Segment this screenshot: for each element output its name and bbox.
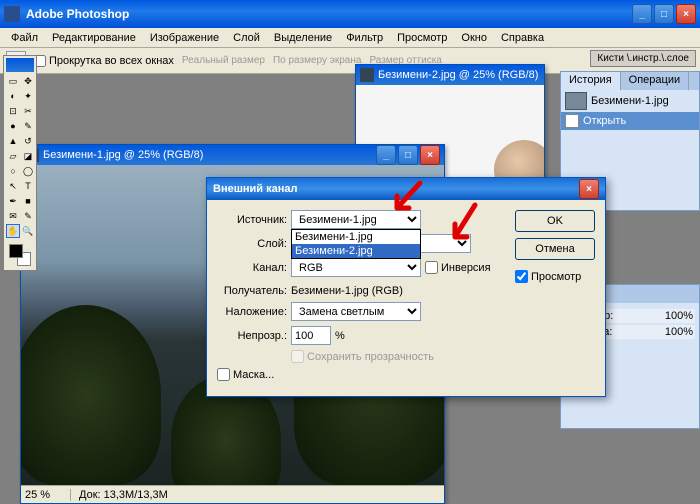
opacity-label: Непрозр.: — [217, 330, 287, 342]
blend-select[interactable]: Замена светлым — [291, 302, 421, 321]
menu-help[interactable]: Справка — [494, 30, 551, 46]
zoom-tool-icon[interactable]: 🔍 — [21, 224, 35, 238]
source-dropdown-list: Безимени-1.jpg Безимени-2.jpg — [291, 229, 421, 259]
doc1-minimize[interactable]: _ — [376, 145, 396, 165]
pen-tool-icon[interactable]: ✒ — [6, 194, 20, 208]
menu-file[interactable]: Файл — [4, 30, 45, 46]
foreground-color[interactable] — [9, 244, 23, 258]
source-option-0[interactable]: Безимени-1.jpg — [292, 230, 420, 244]
mask-checkbox[interactable] — [217, 368, 230, 381]
preserve-check: Сохранить прозрачность — [291, 350, 434, 363]
preserve-checkbox — [291, 350, 304, 363]
window-controls: _ □ × — [632, 4, 696, 24]
doc1-title: Безимени-1.jpg @ 25% (RGB/8) — [43, 149, 376, 161]
open-step-icon — [565, 114, 579, 128]
ok-button[interactable]: OK — [515, 210, 595, 232]
hand-tool-icon[interactable]: ✋ — [6, 224, 20, 238]
doc1-maximize[interactable]: □ — [398, 145, 418, 165]
app-icon — [4, 6, 20, 22]
preview-checkbox[interactable] — [515, 270, 528, 283]
scroll-all-check[interactable]: Прокрутка во всех окнах — [34, 55, 174, 67]
marquee-tool-icon[interactable]: ▭ — [6, 74, 20, 88]
app-titlebar: Adobe Photoshop _ □ × — [0, 0, 700, 28]
minimize-button[interactable]: _ — [632, 4, 652, 24]
mask-check[interactable]: Маска... — [217, 368, 274, 381]
menu-view[interactable]: Просмотр — [390, 30, 454, 46]
eraser-tool-icon[interactable]: ▱ — [6, 149, 20, 163]
doc1-titlebar[interactable]: Безимени-1.jpg @ 25% (RGB/8) _ □ × — [21, 145, 444, 165]
snapshot-thumb-icon — [565, 92, 587, 110]
layer-label: Слой: — [217, 238, 287, 250]
notes-tool-icon[interactable]: ✉ — [6, 209, 20, 223]
tab-history[interactable]: История — [561, 72, 621, 90]
brush-tool-icon[interactable]: ✎ — [21, 119, 35, 133]
preview-check[interactable]: Просмотр — [515, 270, 595, 283]
toolbox: ▭ ✥ ◐ ✦ ⊡ ✂ ● ✎ ▲ ↺ ▱ ◪ ○ ◯ ↖ T ✒ ■ ✉ ✎ … — [3, 55, 37, 271]
history-step-open[interactable]: Открыть — [561, 112, 699, 130]
wand-tool-icon[interactable]: ✦ — [21, 89, 35, 103]
menu-image[interactable]: Изображение — [143, 30, 226, 46]
source-label: Источник: — [217, 214, 287, 226]
path-tool-icon[interactable]: ↖ — [6, 179, 20, 193]
shape-tool-icon[interactable]: ■ — [21, 194, 35, 208]
opacity-unit: % — [335, 330, 345, 342]
blend-label: Наложение: — [217, 306, 287, 318]
channel-label: Канал: — [217, 262, 287, 274]
doc2-title: Безимени-2.jpg @ 25% (RGB/8) — [378, 69, 540, 81]
color-swatches[interactable] — [6, 242, 34, 268]
close-button[interactable]: × — [676, 4, 696, 24]
target-label: Получатель: — [217, 285, 287, 297]
history-snapshot[interactable]: Безимени-1.jpg — [561, 90, 699, 112]
opt-fit[interactable]: По размеру экрана — [273, 55, 361, 66]
doc-info: Док: 13,3M/13,3M — [71, 489, 176, 501]
doc1-statusbar: 25 % Док: 13,3M/13,3M — [21, 485, 444, 503]
source-select[interactable]: Безимени-1.jpg — [291, 210, 421, 229]
blur-tool-icon[interactable]: ○ — [6, 164, 20, 178]
cancel-button[interactable]: Отмена — [515, 238, 595, 260]
menu-window[interactable]: Окно — [454, 30, 494, 46]
lasso-tool-icon[interactable]: ◐ — [6, 89, 20, 103]
tab-actions[interactable]: Операции — [621, 72, 689, 90]
target-value: Безимени-1.jpg (RGB) — [291, 285, 403, 297]
history-brush-icon[interactable]: ↺ — [21, 134, 35, 148]
maximize-button[interactable]: □ — [654, 4, 674, 24]
doc-icon — [360, 68, 374, 82]
menu-filter[interactable]: Фильтр — [339, 30, 390, 46]
opacity-input[interactable] — [291, 326, 331, 345]
apply-image-dialog: Внешний канал × Источник: Безимени-1.jpg… — [206, 177, 606, 397]
doc2-titlebar[interactable]: Безимени-2.jpg @ 25% (RGB/8) — [356, 65, 544, 85]
eyedropper-tool-icon[interactable]: ✎ — [21, 209, 35, 223]
dodge-tool-icon[interactable]: ◯ — [21, 164, 35, 178]
zoom-field[interactable]: 25 % — [21, 489, 71, 501]
toolbox-titlebar[interactable] — [6, 58, 34, 72]
gradient-tool-icon[interactable]: ◪ — [21, 149, 35, 163]
workspace: Безимени-2.jpg @ 25% (RGB/8) Безимени-1.… — [0, 74, 700, 504]
dialog-title: Внешний канал — [213, 183, 579, 195]
channel-select[interactable]: RGB — [291, 258, 421, 277]
source-option-1[interactable]: Безимени-2.jpg — [292, 244, 420, 258]
invert-checkbox[interactable] — [425, 261, 438, 274]
menu-edit[interactable]: Редактирование — [45, 30, 143, 46]
menu-bar: Файл Редактирование Изображение Слой Выд… — [0, 28, 700, 48]
slice-tool-icon[interactable]: ✂ — [21, 104, 35, 118]
heal-tool-icon[interactable]: ● — [6, 119, 20, 133]
stamp-tool-icon[interactable]: ▲ — [6, 134, 20, 148]
dialog-close-button[interactable]: × — [579, 179, 599, 199]
opt-actual[interactable]: Реальный размер — [182, 55, 265, 66]
crop-tool-icon[interactable]: ⊡ — [6, 104, 20, 118]
menu-layer[interactable]: Слой — [226, 30, 267, 46]
brushes-palette-tab[interactable]: Кисти \.инстр.\.слое — [590, 50, 696, 67]
type-tool-icon[interactable]: T — [21, 179, 35, 193]
move-tool-icon[interactable]: ✥ — [21, 74, 35, 88]
menu-select[interactable]: Выделение — [267, 30, 339, 46]
app-title: Adobe Photoshop — [26, 7, 632, 21]
invert-check[interactable]: Инверсия — [425, 261, 491, 274]
doc1-close[interactable]: × — [420, 145, 440, 165]
dialog-titlebar[interactable]: Внешний канал × — [207, 178, 605, 200]
